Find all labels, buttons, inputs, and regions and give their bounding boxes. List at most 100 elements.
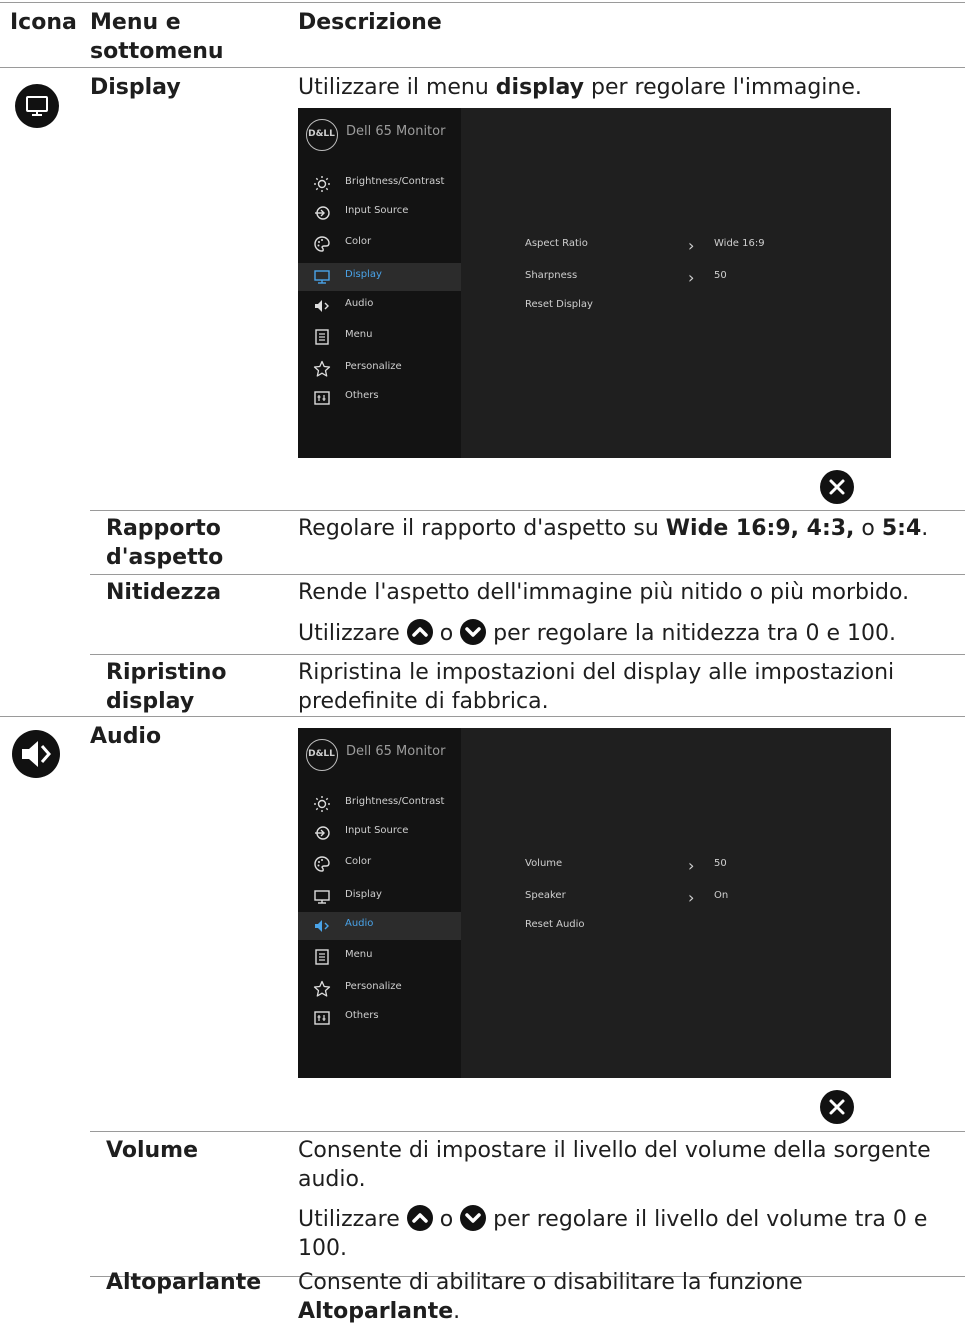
osd-row-label[interactable]: Sharpness [525, 270, 577, 281]
item-volume-desc2: Utilizzare o per regolare il livello del… [298, 1205, 928, 1261]
item-altoparlante-desc: Consente di abilitare o disabilitare la … [298, 1270, 803, 1324]
osd-row-value: On [714, 890, 729, 901]
item-rapporto-name: Rapporto d'aspetto [106, 516, 224, 570]
display-intro: Utilizzare il menu display per regolare … [298, 75, 862, 100]
item-nitidezza-name: Nitidezza [106, 580, 222, 605]
osd-row-label[interactable]: Volume [525, 858, 562, 869]
osd-menu-label: Others [345, 1010, 379, 1021]
item-altoparlante-name: Altoparlante [106, 1270, 262, 1295]
item-nitidezza-desc: Rende l'aspetto dell'immagine più nitido… [298, 580, 910, 605]
osd-model: Dell 65 Monitor [346, 124, 446, 139]
header-icon: Icona [10, 10, 77, 35]
star-icon [313, 360, 331, 378]
monitor-icon [313, 888, 331, 906]
others-icon [313, 1009, 331, 1027]
osd-row-value: Wide 16:9 [714, 238, 765, 249]
chevron-right-icon: › [688, 888, 695, 907]
chevron-right-icon: › [688, 268, 695, 287]
osd-menu-label: Input Source [345, 205, 409, 216]
dell-logo: D&LL [306, 119, 338, 151]
input-source-icon [313, 204, 331, 222]
others-icon [313, 389, 331, 407]
brightness-icon [313, 795, 331, 813]
osd-menu-item-menu[interactable]: Menu [298, 323, 461, 351]
menu-list-icon [313, 328, 331, 346]
osd-menu-label: Display [345, 889, 382, 900]
osd-menu-label: Personalize [345, 981, 402, 992]
osd-menu-label: Audio [345, 298, 374, 309]
color-palette-icon [313, 855, 331, 873]
close-icon [829, 1099, 845, 1115]
osd-menu-item-others[interactable]: Others [298, 384, 461, 412]
item-ripristino-name: Ripristino display [106, 660, 227, 714]
header-menu: Menu e sottomenu [90, 10, 224, 64]
osd-menu-item-display[interactable]: Display [298, 263, 461, 291]
rule-ripristino [90, 654, 965, 655]
osd-menu-item-brightness-contrast[interactable]: Brightness/Contrast [298, 790, 461, 818]
osd-menu-item-personalize[interactable]: Personalize [298, 355, 461, 383]
input-source-icon [313, 824, 331, 842]
osd-menu-item-color[interactable]: Color [298, 850, 461, 878]
osd-menu-label: Color [345, 236, 372, 247]
osd-model: Dell 65 Monitor [346, 744, 446, 759]
osd-menu-item-others[interactable]: Others [298, 1004, 461, 1032]
close-button[interactable] [820, 1090, 854, 1124]
display-monitor-icon [15, 84, 59, 128]
close-icon [829, 479, 845, 495]
rule-volume [90, 1131, 965, 1132]
item-volume-desc: Consente di impostare il livello del vol… [298, 1138, 931, 1192]
osd-row-value: 50 [714, 270, 727, 281]
chevron-right-icon: › [688, 856, 695, 875]
osd-row-value: 50 [714, 858, 727, 869]
item-volume-name: Volume [106, 1138, 198, 1163]
display-title: Display [90, 75, 181, 100]
osd-audio: D&LL Dell 65 Monitor Brightness/Contrast… [298, 728, 891, 1078]
osd-menu-label: Input Source [345, 825, 409, 836]
osd-menu-item-audio[interactable]: Audio [298, 292, 461, 320]
osd-menu-label: Color [345, 856, 372, 867]
osd-menu-label: Others [345, 390, 379, 401]
top-rule [0, 2, 965, 3]
osd-menu-item-brightness-contrast[interactable]: Brightness/Contrast [298, 170, 461, 198]
osd-row-label[interactable]: Reset Audio [525, 919, 585, 930]
close-button[interactable] [820, 470, 854, 504]
osd-menu-label: Personalize [345, 361, 402, 372]
speaker-icon [313, 917, 331, 935]
monitor-icon [313, 268, 331, 286]
header-rule [0, 67, 965, 68]
osd-menu-item-audio[interactable]: Audio [298, 912, 461, 940]
up-button-icon [406, 619, 433, 645]
osd-menu-label: Audio [345, 918, 374, 929]
osd-menu-label: Menu [345, 329, 373, 340]
color-palette-icon [313, 235, 331, 253]
star-icon [313, 980, 331, 998]
osd-display: D&LL Dell 65 Monitor Brightness/Contrast… [298, 108, 891, 458]
osd-row-label[interactable]: Speaker [525, 890, 566, 901]
osd-menu-item-menu[interactable]: Menu [298, 943, 461, 971]
osd-menu-label: Brightness/Contrast [345, 176, 445, 187]
dell-logo: D&LL [306, 739, 338, 771]
osd-menu-item-display[interactable]: Display [298, 883, 461, 911]
audio-title: Audio [90, 724, 162, 749]
audio-speaker-icon [12, 730, 60, 778]
osd-menu-item-personalize[interactable]: Personalize [298, 975, 461, 1003]
rule-rapporto [90, 510, 965, 511]
osd-row-label[interactable]: Reset Display [525, 299, 593, 310]
osd-menu-item-input-source[interactable]: Input Source [298, 199, 461, 227]
down-button-icon [460, 619, 487, 645]
item-rapporto-desc: Regolare il rapporto d'aspetto su Wide 1… [298, 516, 929, 541]
item-nitidezza-desc2: Utilizzare o per regolare la nitidezza t… [298, 619, 897, 646]
osd-menu-label: Display [345, 269, 382, 280]
brightness-icon [313, 175, 331, 193]
osd-row-label[interactable]: Aspect Ratio [525, 238, 588, 249]
osd-menu-label: Menu [345, 949, 373, 960]
rule-audio [0, 716, 965, 717]
chevron-right-icon: › [688, 236, 695, 255]
header-desc: Descrizione [298, 10, 442, 35]
osd-menu-item-color[interactable]: Color [298, 230, 461, 258]
osd-menu-item-input-source[interactable]: Input Source [298, 819, 461, 847]
menu-list-icon [313, 948, 331, 966]
down-button-icon [460, 1205, 487, 1231]
rule-nitidezza [90, 574, 965, 575]
up-button-icon [406, 1205, 433, 1231]
